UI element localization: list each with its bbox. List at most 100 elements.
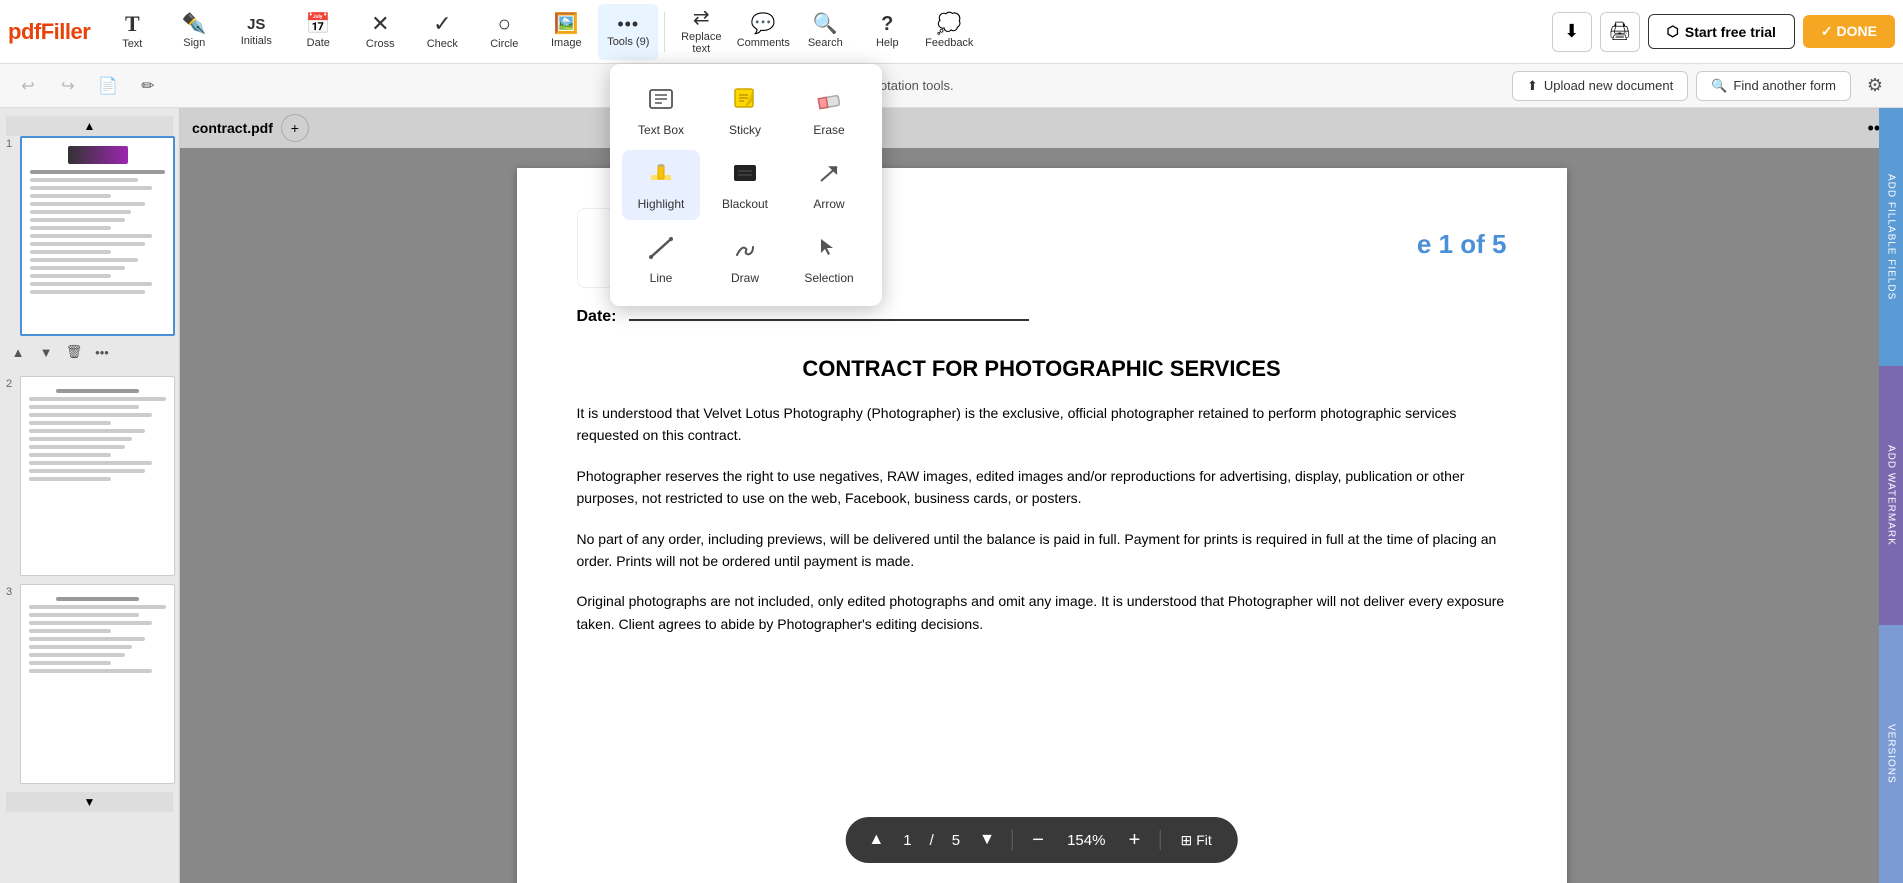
tool-initials[interactable]: JS Initials bbox=[226, 4, 286, 60]
divider-1 bbox=[1012, 830, 1013, 850]
find-form-button[interactable]: 🔍 Find another form bbox=[1696, 71, 1851, 101]
logo-text: pdfFiller bbox=[8, 19, 90, 45]
page-view-button[interactable]: 📄 bbox=[92, 70, 124, 102]
tool-feedback[interactable]: 💭 Feedback bbox=[919, 4, 979, 60]
erase-icon bbox=[815, 85, 843, 119]
page-total: 5 bbox=[946, 832, 966, 849]
next-page-button[interactable]: ▼ bbox=[972, 825, 1002, 855]
dropdown-highlight[interactable]: Highlight bbox=[622, 150, 700, 220]
thumb-delete-1[interactable]: 🗑 bbox=[62, 340, 86, 364]
search-icon: 🔍 bbox=[813, 14, 838, 34]
redo-button[interactable]: ↪ bbox=[52, 70, 84, 102]
done-button[interactable]: ✓ DONE bbox=[1803, 15, 1895, 48]
text-box-label: Text Box bbox=[638, 123, 684, 137]
tool-replace-text[interactable]: ⇄ Replace text bbox=[671, 4, 731, 60]
contract-paragraph-2: Photographer reserves the right to use n… bbox=[577, 465, 1507, 510]
help-label: Help bbox=[876, 37, 899, 49]
find-form-label: Find another form bbox=[1733, 78, 1836, 93]
thumbnail-sidebar[interactable]: ▲ 1 bbox=[0, 108, 180, 883]
download-icon: ⬇ bbox=[1564, 21, 1579, 42]
line-label: Line bbox=[650, 271, 673, 285]
tool-sign[interactable]: ✒️ Sign bbox=[164, 4, 224, 60]
tool-check[interactable]: ✓ Check bbox=[412, 4, 472, 60]
fit-button[interactable]: ⊞ Fit bbox=[1170, 828, 1221, 853]
text-box-icon bbox=[647, 85, 675, 119]
thumb-page-2: 2 bbox=[6, 376, 173, 576]
right-sidebar: ADD FILLABLE FIELDS ADD WATERMARK VERSIO… bbox=[1879, 108, 1903, 883]
draw-icon bbox=[731, 233, 759, 267]
cross-label: Cross bbox=[366, 38, 395, 50]
upload-label: Upload new document bbox=[1544, 78, 1673, 93]
thumb-image-3[interactable] bbox=[20, 584, 175, 784]
thumb-next-1[interactable]: ▼ bbox=[34, 340, 58, 364]
highlight-label: Highlight bbox=[638, 197, 685, 211]
thumb-image-1[interactable] bbox=[20, 136, 175, 336]
tool-help[interactable]: ? Help bbox=[857, 4, 917, 60]
cross-icon: ✕ bbox=[371, 13, 389, 35]
tool-tools[interactable]: ••• Tools (9) bbox=[598, 4, 658, 60]
text-icon: T bbox=[125, 13, 140, 35]
tool-cross[interactable]: ✕ Cross bbox=[350, 4, 410, 60]
zoom-in-button[interactable]: + bbox=[1119, 825, 1149, 855]
tool-text[interactable]: T Text bbox=[102, 4, 162, 60]
thumb-more-1[interactable]: ••• bbox=[90, 340, 114, 364]
draw-label: Draw bbox=[731, 271, 759, 285]
fillable-fields-tab[interactable]: ADD FILLABLE FIELDS bbox=[1879, 108, 1903, 366]
dropdown-selection[interactable]: Selection bbox=[790, 224, 868, 294]
main-area: ▲ 1 bbox=[0, 108, 1903, 883]
download-button[interactable]: ⬇ bbox=[1552, 12, 1592, 52]
zoom-out-button[interactable]: − bbox=[1023, 825, 1053, 855]
upload-icon: ⬆ bbox=[1527, 78, 1538, 94]
tool-circle[interactable]: ○ Circle bbox=[474, 4, 534, 60]
arrow-icon bbox=[815, 159, 843, 193]
tools-dropdown: Text Box Sticky Erase bbox=[610, 64, 882, 306]
print-button[interactable]: 🖨 bbox=[1600, 12, 1640, 52]
dropdown-text-box[interactable]: Text Box bbox=[622, 76, 700, 146]
upload-button[interactable]: ⬆ Upload new document bbox=[1512, 71, 1688, 101]
image-icon: 🖼️ bbox=[554, 14, 579, 34]
thumb-number-2: 2 bbox=[6, 378, 12, 390]
print-icon: 🖨 bbox=[1608, 21, 1631, 42]
find-form-icon: 🔍 bbox=[1711, 78, 1727, 94]
sidebar-scroll-up[interactable]: ▲ bbox=[6, 116, 173, 136]
toolbar-right: ⬇ 🖨 ⬡ Start free trial ✓ DONE bbox=[1552, 12, 1895, 52]
second-toolbar: ↩ ↪ 📄 ✏ use the fillable fields or annot… bbox=[0, 64, 1903, 108]
comments-label: Comments bbox=[737, 37, 790, 49]
dropdown-sticky[interactable]: Sticky bbox=[706, 76, 784, 146]
add-page-button[interactable]: + bbox=[281, 114, 309, 142]
page-indicator: e 1 of 5 bbox=[1417, 228, 1507, 260]
sidebar-scroll-down[interactable]: ▼ bbox=[6, 792, 173, 812]
comments-icon: 💬 bbox=[751, 14, 776, 34]
check-icon: ✓ bbox=[433, 13, 451, 35]
sticky-icon bbox=[731, 85, 759, 119]
thumb-prev-1[interactable]: ▲ bbox=[6, 340, 30, 364]
dropdown-erase[interactable]: Erase bbox=[790, 76, 868, 146]
trial-icon: ⬡ bbox=[1667, 23, 1679, 40]
tool-date[interactable]: 📅 Date bbox=[288, 4, 348, 60]
tool-comments[interactable]: 💬 Comments bbox=[733, 4, 793, 60]
dropdown-line[interactable]: Line bbox=[622, 224, 700, 294]
watermark-tab[interactable]: ADD WATERMARK bbox=[1879, 366, 1903, 624]
fit-label: Fit bbox=[1196, 832, 1212, 848]
logo[interactable]: pdfFiller bbox=[8, 19, 90, 45]
trial-button[interactable]: ⬡ Start free trial bbox=[1648, 14, 1795, 49]
contract-paragraph-4: Original photographs are not included, o… bbox=[577, 590, 1507, 635]
dropdown-draw[interactable]: Draw bbox=[706, 224, 784, 294]
pdf-tab-bar: contract.pdf + ••• bbox=[180, 108, 1903, 148]
sign-label: Sign bbox=[183, 37, 205, 49]
undo-button[interactable]: ↩ bbox=[12, 70, 44, 102]
dropdown-blackout[interactable]: Blackout bbox=[706, 150, 784, 220]
settings-icon: ⚙ bbox=[1867, 75, 1883, 95]
dropdown-arrow[interactable]: Arrow bbox=[790, 150, 868, 220]
thumb-page-1: 1 bbox=[6, 136, 173, 368]
tool-search[interactable]: 🔍 Search bbox=[795, 4, 855, 60]
settings-button[interactable]: ⚙ bbox=[1859, 70, 1891, 102]
versions-tab[interactable]: VERSIONS bbox=[1879, 625, 1903, 883]
prev-page-button[interactable]: ▲ bbox=[861, 825, 891, 855]
tool-image[interactable]: 🖼️ Image bbox=[536, 4, 596, 60]
thumb-image-2[interactable] bbox=[20, 376, 175, 576]
pdf-area: contract.pdf + ••• UPDF WWW.UPDF.COM e 1… bbox=[180, 108, 1903, 883]
edit-page-button[interactable]: ✏ bbox=[132, 70, 164, 102]
separator-1 bbox=[664, 12, 665, 52]
bottom-navigation-bar: ▲ 1 / 5 ▼ − 154% + ⊞ Fit bbox=[845, 817, 1238, 863]
